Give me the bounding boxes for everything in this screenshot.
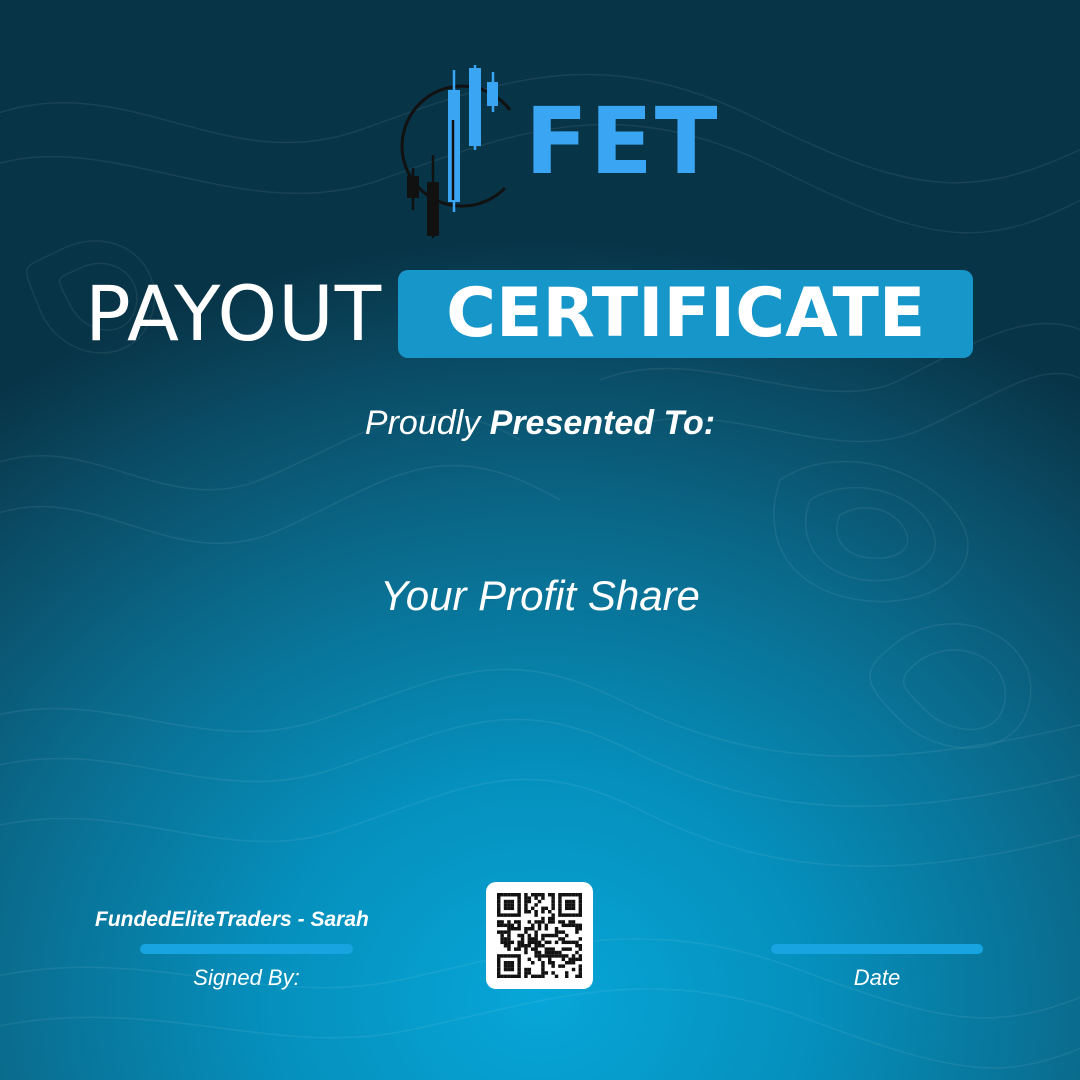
logo-wordmark: FET (525, 88, 720, 195)
presented-bold: Presented To: (489, 404, 716, 442)
title-certificate-badge: CERTIFICATE (398, 270, 974, 358)
date-line (771, 944, 983, 954)
signer-name: FundedEliteTraders - Sarah (95, 908, 369, 931)
presented-normal: Proudly (364, 404, 481, 442)
signed-by-caption: Signed By: (193, 965, 300, 990)
qr-code-icon (497, 893, 582, 978)
certificate: FET PAYOUT CERTIFICATE Proudly Presented… (0, 0, 1080, 1080)
page-title: PAYOUT CERTIFICATE (85, 268, 974, 360)
date-caption: Date (853, 965, 901, 990)
candlestick-logo-icon (400, 65, 512, 238)
fet-logo: FET (385, 60, 717, 250)
presented-to-label: Proudly Presented To: (0, 404, 1080, 443)
signature-line (140, 944, 353, 954)
qr-code[interactable] (486, 882, 593, 989)
title-payout: PAYOUT (85, 269, 383, 358)
recipient-text: Your Profit Share (380, 572, 700, 619)
